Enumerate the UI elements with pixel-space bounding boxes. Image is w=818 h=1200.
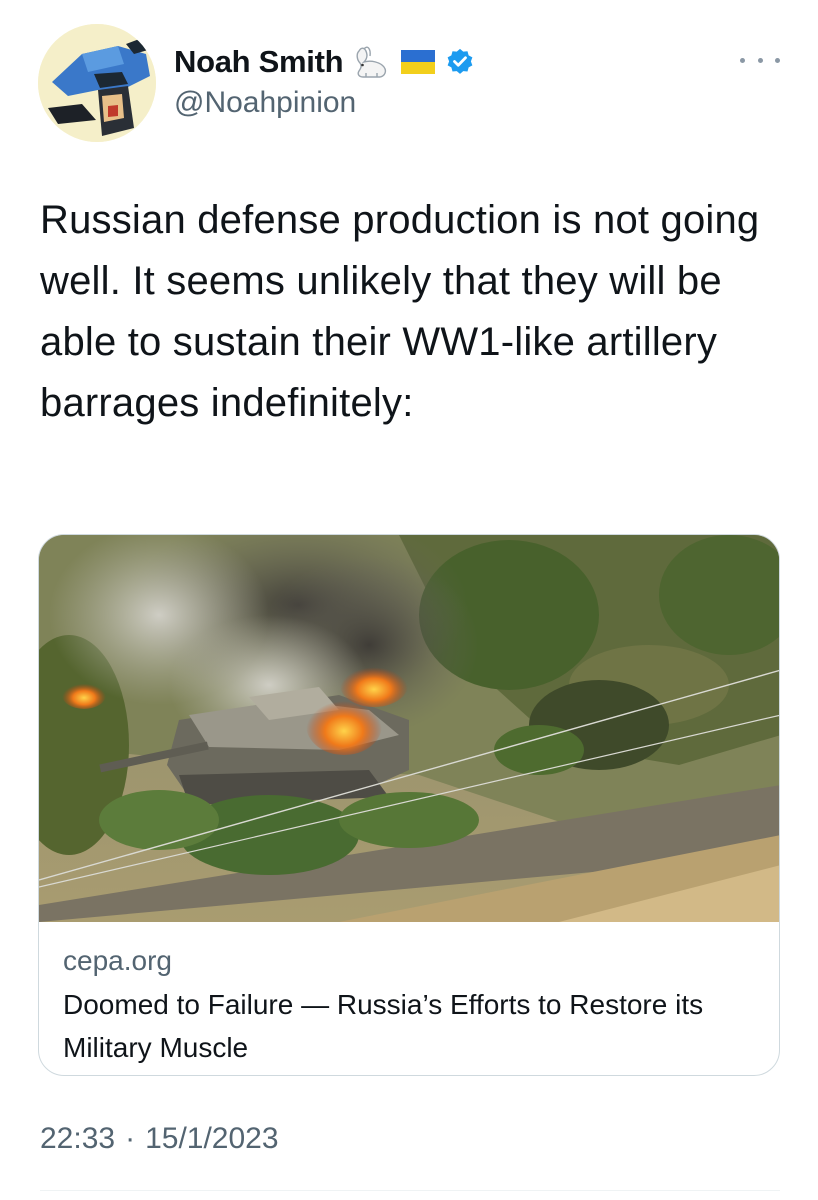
avatar[interactable] [38,24,156,142]
verified-badge-icon [445,47,475,77]
link-card[interactable]: cepa.org Doomed to Failure — Russia’s Ef… [38,534,780,1076]
burning-tank-photo [39,535,779,922]
display-name[interactable]: Noah Smith [174,44,344,80]
tweet-timestamp[interactable]: 22:33 · 15/1/2023 [40,1122,279,1156]
author-name-row: Noah Smith [174,40,475,84]
timestamp-separator: · [125,1122,136,1155]
divider [40,1190,780,1191]
card-domain: cepa.org [63,945,172,976]
tweet-text: Russian defense production is not going … [40,198,760,425]
card-title: Doomed to Failure — Russia’s Efforts to … [63,989,704,1063]
more-dot [775,57,780,63]
tweet-time: 22:33 [40,1122,116,1155]
card-image [39,535,779,922]
ukraine-flag-icon [401,50,436,74]
tweet-date: 15/1/2023 [145,1122,279,1155]
robot-avatar-icon [38,24,156,142]
more-options-icon[interactable] [740,48,780,72]
author-handle[interactable]: @Noahpinion [174,86,356,120]
rabbit-icon [353,45,391,79]
more-dot [757,57,763,63]
more-dot [740,57,745,63]
tweet-card: Noah Smith @Noahpinion Russian defense p… [0,0,818,1200]
